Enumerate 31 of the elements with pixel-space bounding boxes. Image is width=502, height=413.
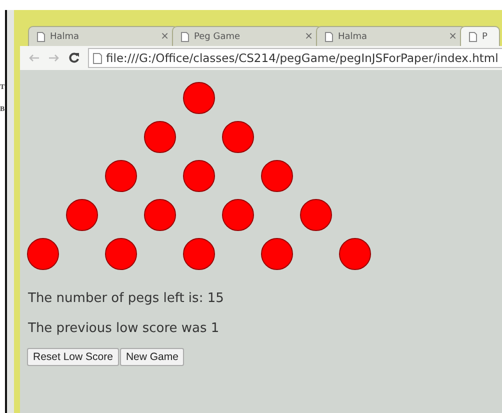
close-tab-button[interactable]: ×: [160, 31, 169, 42]
peg[interactable]: [144, 198, 176, 230]
peg[interactable]: [105, 160, 137, 192]
page-icon: [469, 32, 477, 42]
peg[interactable]: [222, 120, 254, 152]
url-text: file:///G:/Office/classes/CS214/pegGame/pegInJSForPaper/index.html: [106, 51, 498, 65]
browser-tab[interactable]: P: [460, 26, 500, 46]
reload-icon[interactable]: [68, 52, 80, 64]
peg[interactable]: [27, 238, 59, 270]
pegs-left-text: The number of pegs left is: 15: [28, 291, 225, 306]
peg[interactable]: [183, 82, 215, 114]
peg[interactable]: [144, 120, 176, 152]
peg[interactable]: [261, 160, 293, 192]
peg[interactable]: [339, 238, 371, 270]
peg[interactable]: [183, 238, 215, 270]
peg[interactable]: [300, 198, 332, 230]
peg[interactable]: [105, 238, 137, 270]
reset-button[interactable]: Reset Low Score: [27, 348, 119, 366]
page-icon: [93, 52, 102, 64]
page-icon: [325, 32, 333, 42]
close-tab-button[interactable]: ×: [448, 31, 457, 42]
peg[interactable]: [222, 198, 254, 230]
peg[interactable]: [261, 238, 293, 270]
peg[interactable]: [66, 198, 98, 230]
new-game-button[interactable]: New Game: [120, 348, 184, 366]
close-tab-button[interactable]: ×: [304, 31, 313, 42]
page-icon: [37, 32, 45, 42]
address-bar[interactable]: file:///G:/Office/classes/CS214/pegGame/pegInJSForPaper/index.html: [88, 48, 502, 68]
peg[interactable]: [183, 160, 215, 192]
page-icon: [181, 32, 189, 42]
low-score-text: The previous low score was 1: [28, 321, 220, 336]
